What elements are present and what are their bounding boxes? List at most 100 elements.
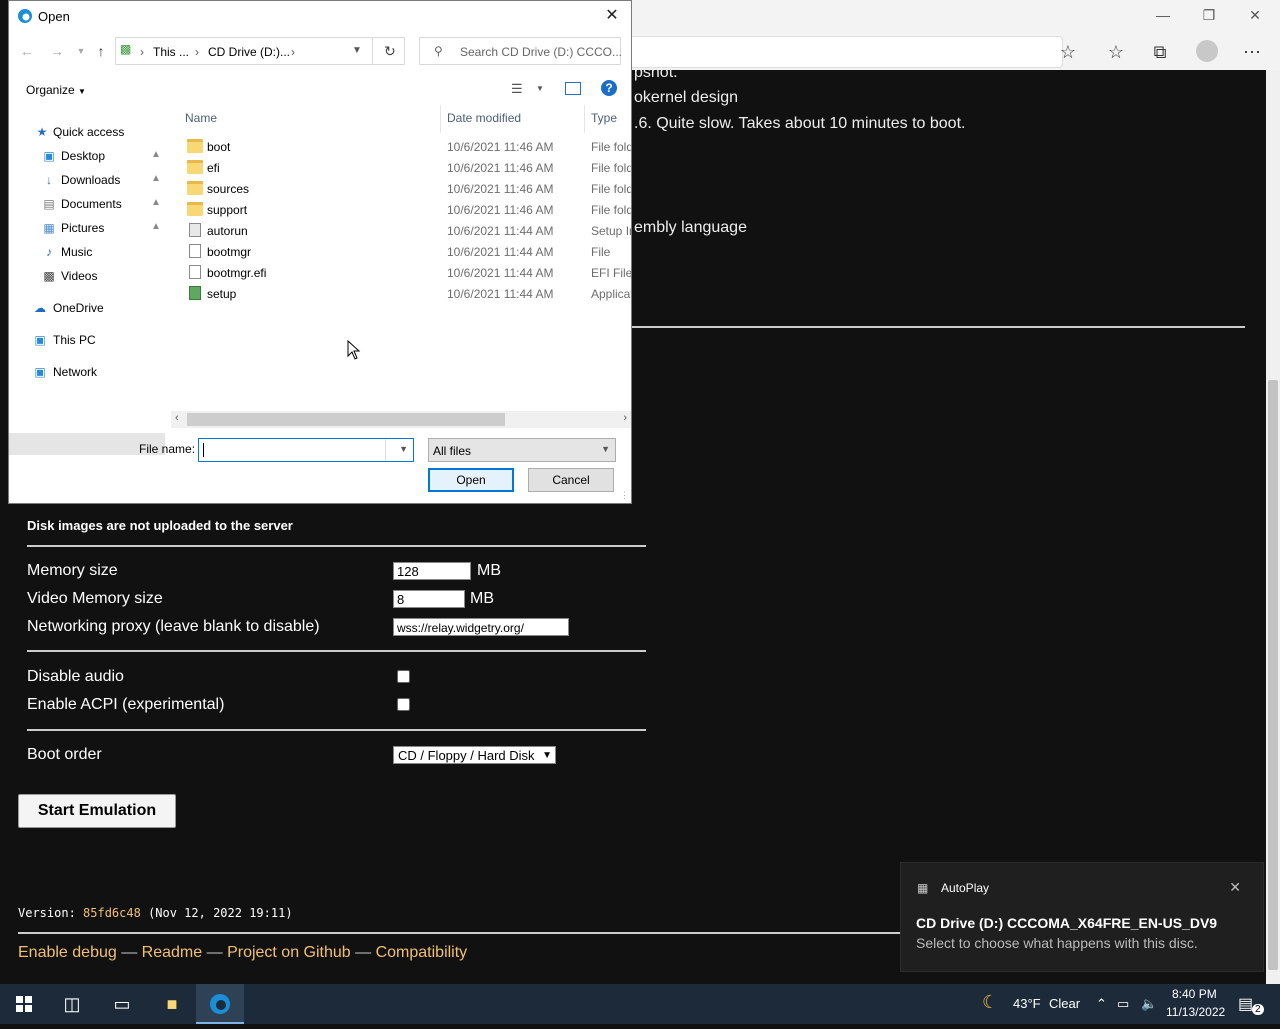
forward-icon[interactable]: → [47, 41, 67, 61]
clock-date[interactable]: 11/13/2022 [1166, 1005, 1225, 1019]
start-button[interactable] [0, 984, 48, 1024]
edge-taskbar-icon[interactable] [196, 984, 244, 1024]
tree-item-onedrive[interactable]: ☁ OneDrive [9, 297, 167, 319]
column-date[interactable]: Date modified [447, 111, 521, 125]
tray-chevron-up-icon[interactable]: ⌃ [1096, 996, 1107, 1012]
view-options-icon[interactable]: ☰ [511, 81, 523, 97]
more-icon[interactable]: ⋯ [1240, 40, 1264, 64]
notification-title: CD Drive (D:) CCCOMA_X64FRE_EN-US_DV9 [916, 915, 1218, 931]
version-hash[interactable]: 85fd6c48 [83, 906, 141, 920]
file-explorer-icon[interactable]: ■ [148, 984, 196, 1024]
tree-item-documents[interactable]: ▤ Documents ▲ [9, 193, 167, 215]
network-icon[interactable]: ▭ [1117, 996, 1129, 1012]
tree-item-desktop[interactable]: ▣ Desktop ▲ [9, 145, 167, 167]
vmem-input[interactable]: 8 [393, 590, 465, 608]
notifications-icon[interactable]: ▤ [1238, 994, 1253, 1014]
dialog-close-icon[interactable]: ✕ [601, 5, 623, 27]
refresh-icon[interactable]: ↻ [384, 43, 396, 60]
recent-chevron-icon[interactable]: ▼ [71, 41, 91, 61]
file-date: 10/6/2021 11:46 AM [447, 161, 554, 175]
tree-item-music[interactable]: ♪ Music [9, 241, 167, 263]
scroll-left-icon[interactable]: ‹ [175, 412, 179, 424]
breadcrumb[interactable]: ▩ › This ... › CD Drive (D:)... › ▼ ↻ [115, 37, 405, 65]
file-icon [189, 223, 201, 237]
breadcrumb-item[interactable]: CD Drive (D:)... [208, 45, 290, 59]
star-icon: ★ [36, 125, 48, 139]
favorite-add-icon[interactable]: ☆ [1056, 40, 1080, 64]
file-row[interactable]: efi 10/6/2021 11:46 AM File fold [175, 157, 631, 178]
chevron-down-icon[interactable]: ▼ [399, 444, 408, 454]
tree-item-videos[interactable]: ▩ Videos [9, 265, 167, 287]
tree-item-network[interactable]: ▣ Network [9, 361, 167, 383]
readme-link[interactable]: Readme [142, 944, 202, 961]
file-name: setup [207, 287, 237, 301]
page-scrollbar-thumb[interactable] [1268, 380, 1278, 970]
task-view-icon[interactable]: ◫ [48, 984, 96, 1024]
app-icon[interactable]: ▭ [98, 984, 146, 1024]
file-name-input[interactable]: ▼ [198, 438, 414, 462]
preview-pane-icon[interactable] [565, 82, 581, 95]
proxy-label: Networking proxy (leave blank to disable… [27, 618, 320, 635]
open-button[interactable]: Open [428, 468, 514, 492]
column-name[interactable]: Name [185, 111, 217, 125]
help-icon[interactable]: ? [601, 80, 617, 96]
file-type: File [591, 245, 611, 259]
address-bar[interactable] [632, 36, 1063, 68]
weather-temp[interactable]: 43°F [1013, 996, 1041, 1011]
collections-icon[interactable]: ⧉ [1148, 40, 1172, 64]
file-row[interactable]: setup 10/6/2021 11:44 AM Applicat [175, 283, 631, 304]
up-icon[interactable]: ↑ [91, 41, 111, 61]
proxy-input[interactable]: wss://relay.widgetry.org/ [393, 618, 569, 636]
tree-item-quick-access[interactable]: ★ Quick access [9, 121, 167, 143]
autoplay-notification[interactable]: ▦ AutoPlay ✕ CD Drive (D:) CCCOMA_X64FRE… [900, 862, 1264, 972]
cancel-button[interactable]: Cancel [528, 468, 614, 492]
weather-condition[interactable]: Clear [1049, 996, 1080, 1011]
column-type[interactable]: Type [591, 111, 617, 125]
enable-debug-link[interactable]: Enable debug [18, 944, 117, 961]
disable-audio-checkbox[interactable] [397, 670, 410, 683]
organize-button[interactable]: Organize ▼ [26, 83, 86, 97]
file-row[interactable]: autorun 10/6/2021 11:44 AM Setup In [175, 220, 631, 241]
restore-icon[interactable]: ❐ [1186, 2, 1232, 28]
chevron-down-icon[interactable]: ▼ [536, 84, 544, 93]
start-emulation-button[interactable]: Start Emulation [18, 794, 176, 828]
tree-item-this-pc[interactable]: ▣ This PC [9, 329, 167, 351]
clock-time[interactable]: 8:40 PM [1172, 987, 1217, 1001]
computer-icon: ▣ [34, 333, 46, 347]
file-row[interactable]: bootmgr.efi 10/6/2021 11:44 AM EFI File [175, 262, 631, 283]
back-icon[interactable]: ← [17, 41, 37, 61]
file-row[interactable]: sources 10/6/2021 11:46 AM File fold [175, 178, 631, 199]
favorites-icon[interactable]: ☆ [1104, 40, 1128, 64]
file-row[interactable]: support 10/6/2021 11:46 AM File fold [175, 199, 631, 220]
file-type: File fold [591, 161, 631, 175]
boot-order-select[interactable]: CD / Floppy / Hard Disk ▼ [393, 746, 556, 764]
enable-acpi-checkbox[interactable] [397, 698, 410, 711]
volume-icon[interactable]: 🔈 [1141, 996, 1157, 1012]
breadcrumb-item[interactable]: This ... [153, 45, 189, 59]
scroll-right-icon[interactable]: › [623, 412, 627, 424]
search-box[interactable]: ⚲ Search CD Drive (D:) CCCO... [419, 37, 622, 65]
memory-input[interactable]: 128 [393, 562, 471, 580]
file-row[interactable]: boot 10/6/2021 11:46 AM File fold [175, 136, 631, 157]
folder-icon [187, 202, 203, 216]
chevron-down-icon[interactable]: ▼ [352, 45, 362, 56]
compatibility-link[interactable]: Compatibility [376, 944, 468, 961]
file-row[interactable]: bootmgr 10/6/2021 11:44 AM File [175, 241, 631, 262]
resize-grip-icon[interactable]: ⋮ [620, 490, 629, 501]
notification-close-icon[interactable]: ✕ [1229, 879, 1241, 896]
tree-item-pictures[interactable]: ▦ Pictures ▲ [9, 217, 167, 239]
file-name: autorun [207, 224, 248, 238]
file-icon [189, 265, 201, 279]
minimize-icon[interactable]: — [1140, 2, 1186, 28]
weather-icon[interactable]: ☾ [982, 992, 998, 1013]
memory-label: Memory size [27, 562, 118, 579]
mouse-cursor-icon [347, 340, 361, 360]
dialog-titlebar[interactable]: Open ✕ [9, 1, 631, 31]
close-window-icon[interactable]: ✕ [1232, 2, 1278, 28]
file-list-hscroll-thumb[interactable] [187, 413, 505, 426]
github-link[interactable]: Project on Github [227, 944, 351, 961]
tree-item-downloads[interactable]: ↓ Downloads ▲ [9, 169, 167, 191]
profile-avatar[interactable] [1196, 40, 1218, 62]
memory-unit: MB [477, 562, 501, 579]
file-type-filter[interactable]: All files ▼ [428, 438, 616, 462]
